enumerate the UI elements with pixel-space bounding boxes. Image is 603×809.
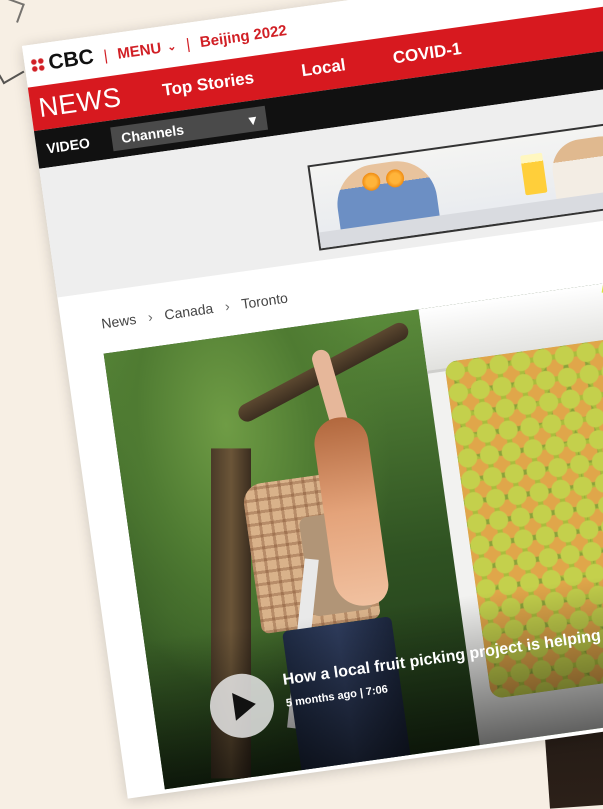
nav-local[interactable]: Local xyxy=(276,52,370,85)
chevron-down-icon: ⌄ xyxy=(166,40,178,54)
play-icon xyxy=(232,689,258,721)
separator: | xyxy=(184,35,192,53)
cbc-gem-icon xyxy=(30,57,46,73)
menu-button[interactable]: MENU ⌄ xyxy=(116,37,177,62)
nav-covid[interactable]: COVID-1 xyxy=(368,36,487,72)
breadcrumb-news[interactable]: News xyxy=(100,311,137,332)
logo-text: CBC xyxy=(47,45,96,75)
breadcrumb-separator: › xyxy=(146,308,154,326)
separator: | xyxy=(102,46,109,65)
caret-down-icon: ▾ xyxy=(247,110,258,128)
juice-glass-image xyxy=(520,152,548,196)
video-label[interactable]: VIDEO xyxy=(45,135,90,157)
channels-label: Channels xyxy=(120,121,185,146)
video-hero[interactable]: How a local fruit picking project is hel… xyxy=(103,275,603,790)
menu-label: MENU xyxy=(116,39,163,63)
nav-top-stories[interactable]: Top Stories xyxy=(137,65,279,104)
breadcrumb-toronto[interactable]: Toronto xyxy=(240,290,288,312)
cbc-logo[interactable]: CBC xyxy=(29,45,95,78)
cbc-news-page: CBC | MENU ⌄ | Beijing 2022 NEWS Top Sto… xyxy=(22,0,603,799)
decorative-scribble xyxy=(0,0,25,23)
decorative-scribble xyxy=(0,51,25,85)
breadcrumb-separator: › xyxy=(223,297,231,315)
breadcrumb-canada[interactable]: Canada xyxy=(163,300,214,323)
beijing-2022-link[interactable]: Beijing 2022 xyxy=(199,22,288,51)
